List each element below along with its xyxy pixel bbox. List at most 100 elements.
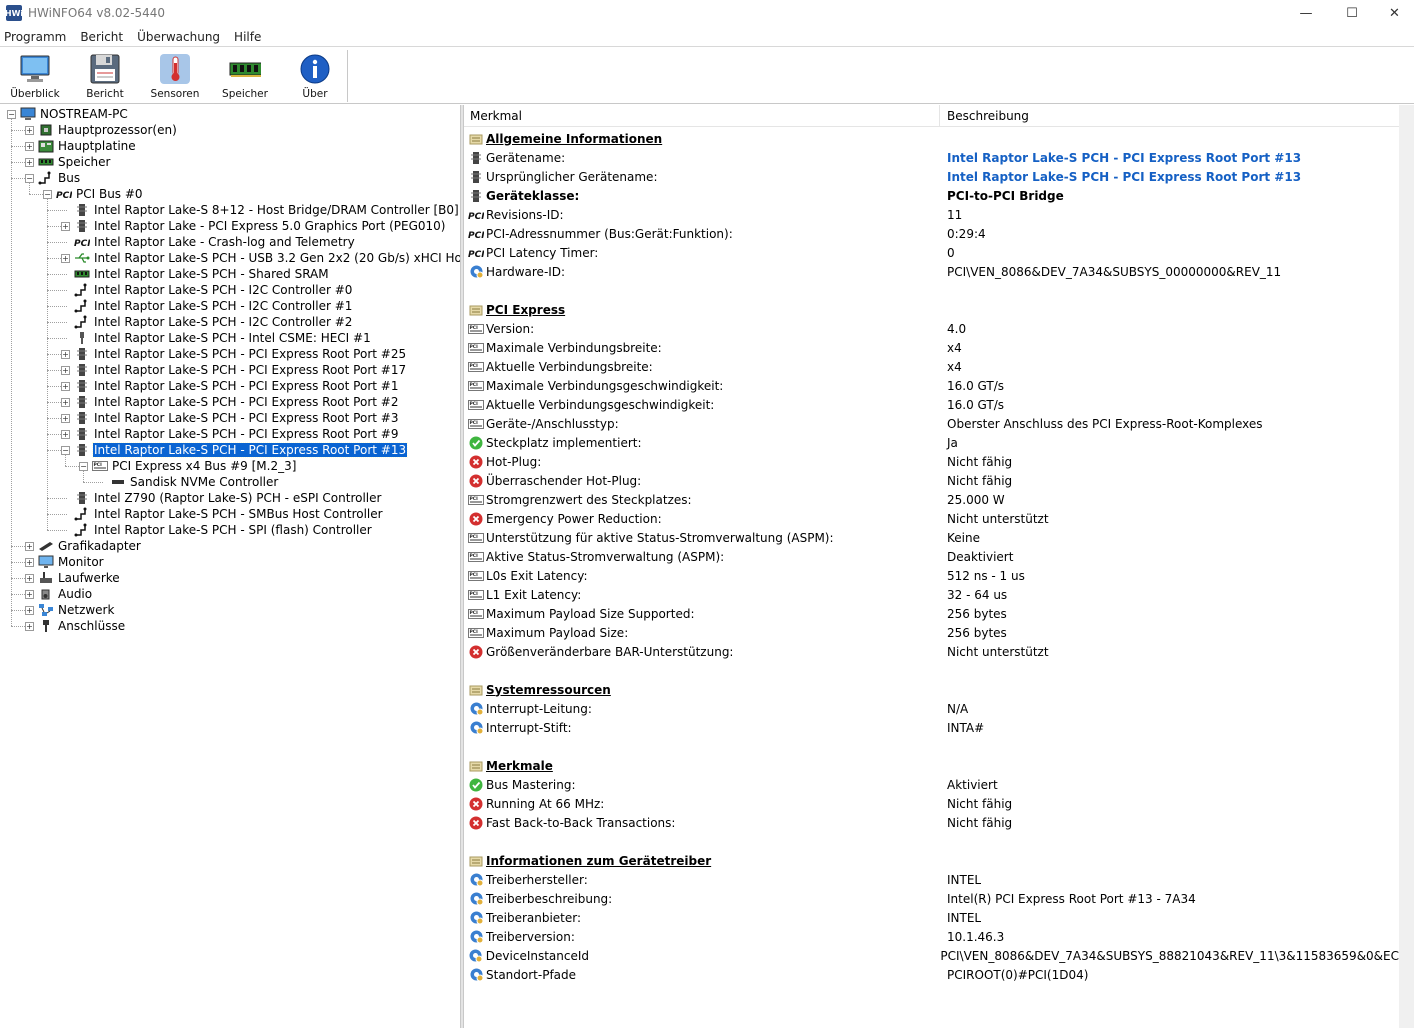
detail-row[interactable]: PCI Revisions-ID: 11 bbox=[464, 205, 1399, 224]
menu-bericht[interactable]: Bericht bbox=[80, 30, 123, 44]
detail-row[interactable]: Überraschender Hot-Plug: Nicht fähig bbox=[464, 471, 1399, 490]
detail-row[interactable]: PCI Maximale Verbindungsgeschwindigkeit: 1… bbox=[464, 376, 1399, 395]
expand-icon[interactable]: + bbox=[25, 125, 34, 135]
tree-item[interactable]: Intel Raptor Lake-S PCH - I2C Controller… bbox=[61, 314, 353, 330]
detail-row[interactable]: PCI Version: 4.0 bbox=[464, 319, 1399, 338]
detail-row[interactable]: Bus Mastering: Aktiviert bbox=[464, 775, 1399, 794]
detail-row[interactable]: Treiberanbieter: INTEL bbox=[464, 908, 1399, 927]
tree-item[interactable]: Intel Raptor Lake-S PCH - Intel CSME: HE… bbox=[61, 330, 372, 346]
detail-row[interactable]: Treiberhersteller: INTEL bbox=[464, 870, 1399, 889]
expand-icon[interactable]: + bbox=[25, 557, 34, 567]
tree-item[interactable]: − PCI PCI Express x4 Bus #9 [M.2_3] bbox=[79, 458, 297, 474]
collapse-icon[interactable]: − bbox=[25, 173, 34, 183]
detail-row[interactable]: PCI PCI-Adressnummer (Bus:Gerät:Funktion)… bbox=[464, 224, 1399, 243]
expand-icon[interactable]: + bbox=[61, 397, 70, 407]
section-header[interactable]: Merkmale bbox=[464, 756, 1399, 775]
detail-row[interactable]: PCI Maximum Payload Size Supported: 256 by… bbox=[464, 604, 1399, 623]
detail-row[interactable]: PCI Unterstützung für aktive Status-Strom… bbox=[464, 528, 1399, 547]
expand-icon[interactable]: + bbox=[25, 141, 34, 151]
expand-icon[interactable]: + bbox=[25, 157, 34, 167]
tree-item[interactable]: + Anschlüsse bbox=[25, 618, 126, 634]
detail-row[interactable]: PCI PCI Latency Timer: 0 bbox=[464, 243, 1399, 262]
tree-item[interactable]: − Bus bbox=[25, 170, 81, 186]
tree-item[interactable]: Intel Raptor Lake-S PCH - Shared SRAM bbox=[61, 266, 330, 282]
expand-icon[interactable]: + bbox=[25, 621, 34, 631]
tree-item[interactable]: Intel Raptor Lake-S PCH - I2C Controller… bbox=[61, 282, 353, 298]
tree-item[interactable]: Intel Raptor Lake-S PCH - SMBus Host Con… bbox=[61, 506, 384, 522]
detail-row[interactable]: Treiberversion: 10.1.46.3 bbox=[464, 927, 1399, 946]
tree-item[interactable]: + Intel Raptor Lake-S PCH - PCI Express R… bbox=[61, 362, 407, 378]
expand-icon[interactable]: + bbox=[25, 589, 34, 599]
tree-item[interactable]: + Audio bbox=[25, 586, 93, 602]
maximize-button[interactable]: ☐ bbox=[1329, 0, 1375, 26]
section-header[interactable]: Systemressourcen bbox=[464, 680, 1399, 699]
tree-item[interactable]: Intel Raptor Lake-S 8+12 - Host Bridge/D… bbox=[61, 202, 460, 218]
expand-icon[interactable]: + bbox=[61, 365, 70, 375]
toolbar-info-button[interactable]: Über bbox=[280, 48, 350, 104]
detail-row[interactable]: Running At 66 MHz: Nicht fähig bbox=[464, 794, 1399, 813]
tree-item[interactable]: + Laufwerke bbox=[25, 570, 121, 586]
tree-item[interactable]: Sandisk NVMe Controller bbox=[97, 474, 279, 490]
expand-icon[interactable]: + bbox=[25, 605, 34, 615]
detail-row[interactable]: Steckplatz implementiert: Ja bbox=[464, 433, 1399, 452]
expand-icon[interactable]: + bbox=[61, 429, 70, 439]
tree-item[interactable]: Intel Raptor Lake-S PCH - SPI (flash) Co… bbox=[61, 522, 373, 538]
tree-item[interactable]: + Intel Raptor Lake-S PCH - PCI Express R… bbox=[61, 410, 399, 426]
tree-item[interactable]: + Grafikadapter bbox=[25, 538, 142, 554]
close-button[interactable]: ✕ bbox=[1375, 0, 1414, 26]
toolbar-monitor-button[interactable]: Überblick bbox=[0, 48, 70, 104]
detail-row[interactable]: Emergency Power Reduction: Nicht unterstü… bbox=[464, 509, 1399, 528]
detail-row[interactable]: PCI L1 Exit Latency: 32 - 64 us bbox=[464, 585, 1399, 604]
detail-row[interactable]: Treiberbeschreibung: Intel(R) PCI Express… bbox=[464, 889, 1399, 908]
expand-icon[interactable]: + bbox=[25, 573, 34, 583]
column-header-description[interactable]: Beschreibung bbox=[940, 105, 1029, 126]
detail-row[interactable]: PCI Maximum Payload Size: 256 bytes bbox=[464, 623, 1399, 642]
menu-programm[interactable]: Programm bbox=[4, 30, 66, 44]
detail-row[interactable]: Interrupt-Leitung: N/A bbox=[464, 699, 1399, 718]
tree-item[interactable]: − NOSTREAM-PC bbox=[7, 106, 129, 122]
tree-item[interactable]: − PCI PCI Bus #0 bbox=[43, 186, 144, 202]
expand-icon[interactable]: + bbox=[61, 349, 70, 359]
detail-row[interactable]: Größenveränderbare BAR-Unterstützung: Nic… bbox=[464, 642, 1399, 661]
vertical-scrollbar[interactable] bbox=[1399, 105, 1414, 1028]
detail-row[interactable]: Gerätename: Intel Raptor Lake-S PCH - PCI… bbox=[464, 148, 1399, 167]
detail-row[interactable]: Geräteklasse: PCI-to-PCI Bridge bbox=[464, 186, 1399, 205]
detail-row[interactable]: PCI Maximale Verbindungsbreite: x4 bbox=[464, 338, 1399, 357]
expand-icon[interactable]: + bbox=[61, 381, 70, 391]
expand-icon[interactable]: + bbox=[25, 541, 34, 551]
menu--berwachung[interactable]: Überwachung bbox=[137, 30, 220, 44]
expand-icon[interactable]: + bbox=[61, 413, 70, 423]
detail-row[interactable]: Hardware-ID: PCI\VEN_8086&DEV_7A34&SUBSYS… bbox=[464, 262, 1399, 281]
toolbar-floppy-button[interactable]: Bericht bbox=[70, 48, 140, 104]
tree-item[interactable]: + Hauptprozessor(en) bbox=[25, 122, 178, 138]
tree-item[interactable]: PCI Intel Raptor Lake - Crash-log and Tel… bbox=[61, 234, 356, 250]
tree-item[interactable]: Intel Z790 (Raptor Lake-S) PCH - eSPI Co… bbox=[61, 490, 382, 506]
tree-item[interactable]: + Intel Raptor Lake-S PCH - PCI Express R… bbox=[61, 426, 399, 442]
tree-item[interactable]: + Hauptplatine bbox=[25, 138, 137, 154]
detail-row[interactable]: PCI Stromgrenzwert des Steckplatzes: 25.00… bbox=[464, 490, 1399, 509]
detail-row[interactable]: Ursprünglicher Gerätename: Intel Raptor L… bbox=[464, 167, 1399, 186]
tree-item[interactable]: + Netzwerk bbox=[25, 602, 115, 618]
device-tree[interactable]: − NOSTREAM-PC + Hauptprozessor(en) + Hauptpla… bbox=[0, 105, 460, 1028]
tree-item[interactable]: + Intel Raptor Lake-S PCH - PCI Express R… bbox=[61, 394, 399, 410]
tree-item[interactable]: + Intel Raptor Lake-S PCH - PCI Express R… bbox=[61, 346, 407, 362]
detail-row[interactable]: Standort-Pfade PCIROOT(0)#PCI(1D04) bbox=[464, 965, 1399, 984]
detail-row[interactable]: PCI L0s Exit Latency: 512 ns - 1 us bbox=[464, 566, 1399, 585]
expand-icon[interactable]: + bbox=[61, 253, 70, 263]
detail-row[interactable]: PCI Aktuelle Verbindungsbreite: x4 bbox=[464, 357, 1399, 376]
collapse-icon[interactable]: − bbox=[61, 445, 70, 455]
section-header[interactable]: Allgemeine Informationen bbox=[464, 129, 1399, 148]
tree-item[interactable]: Intel Raptor Lake-S PCH - I2C Controller… bbox=[61, 298, 353, 314]
toolbar-ram-button[interactable]: Speicher bbox=[210, 48, 280, 104]
tree-item[interactable]: + Intel Raptor Lake-S PCH - PCI Express R… bbox=[61, 378, 399, 394]
collapse-icon[interactable]: − bbox=[43, 189, 52, 199]
tree-item[interactable]: + Speicher bbox=[25, 154, 111, 170]
tree-item[interactable]: + Intel Raptor Lake-S PCH - USB 3.2 Gen 2… bbox=[61, 250, 460, 266]
expand-icon[interactable]: + bbox=[61, 221, 70, 231]
detail-row[interactable]: Interrupt-Stift: INTA# bbox=[464, 718, 1399, 737]
tree-item[interactable]: − Intel Raptor Lake-S PCH - PCI Express R… bbox=[61, 442, 409, 458]
column-header-feature[interactable]: Merkmal bbox=[464, 105, 940, 126]
detail-row[interactable]: Fast Back-to-Back Transactions: Nicht fäh… bbox=[464, 813, 1399, 832]
detail-row[interactable]: PCI Geräte-/Anschlusstyp: Oberster Anschlu… bbox=[464, 414, 1399, 433]
collapse-icon[interactable]: − bbox=[79, 461, 88, 471]
